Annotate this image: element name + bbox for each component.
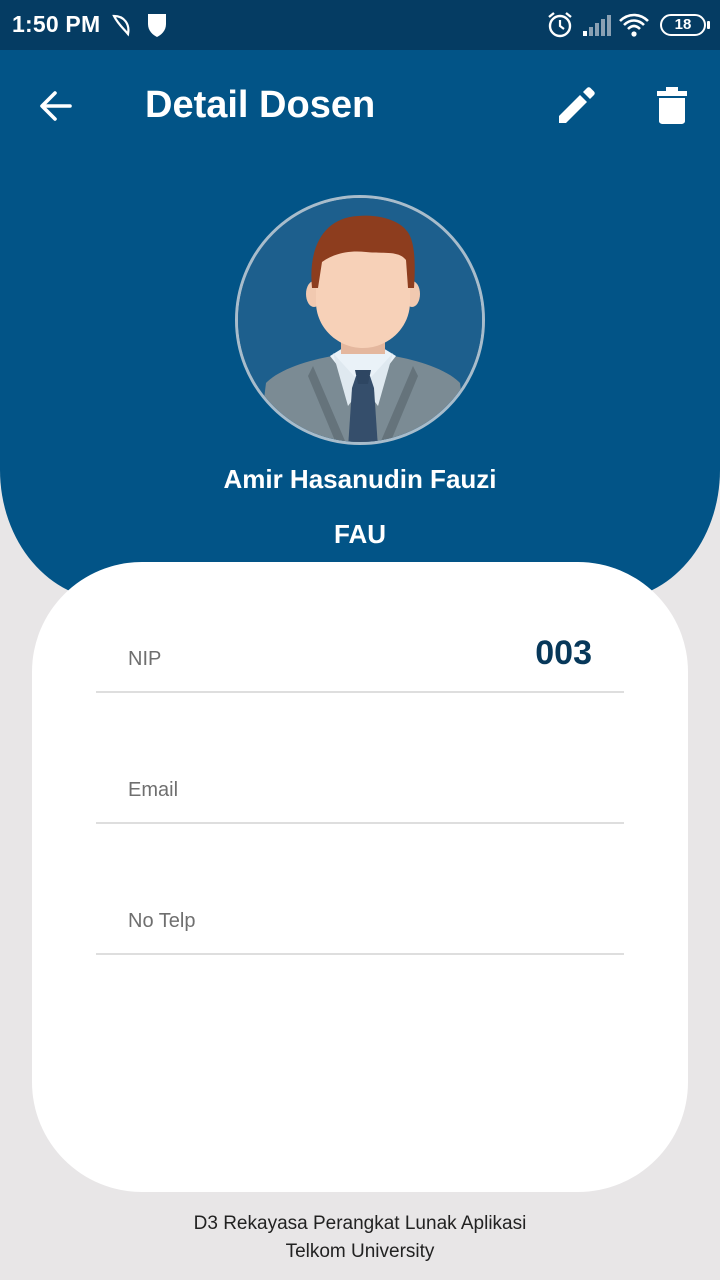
field-row-phone: No Telp bbox=[96, 824, 624, 955]
edit-button[interactable] bbox=[554, 84, 598, 128]
footer-line-university: Telkom University bbox=[285, 1241, 435, 1262]
trash-icon bbox=[657, 87, 687, 124]
footer-line-program: D3 Rekayasa Perangkat Lunak Aplikasi bbox=[193, 1213, 527, 1234]
field-value-nip: 003 bbox=[535, 634, 592, 672]
shield-icon bbox=[148, 14, 166, 37]
moon-icon bbox=[112, 14, 130, 37]
battery-level: 18 bbox=[674, 16, 692, 33]
back-button[interactable] bbox=[34, 84, 78, 128]
status-bar: 1:50 PM 18 bbox=[0, 0, 720, 50]
field-row-nip: NIP 003 bbox=[96, 562, 624, 693]
profile-code: FAU bbox=[334, 519, 386, 549]
alarm-icon bbox=[548, 12, 572, 38]
status-time: 1:50 PM bbox=[12, 11, 101, 37]
signal-icon bbox=[583, 15, 611, 36]
field-label-phone: No Telp bbox=[128, 910, 196, 932]
page-title: Detail Dosen bbox=[145, 84, 376, 126]
wifi-icon bbox=[619, 13, 649, 37]
pencil-icon bbox=[559, 87, 595, 123]
person-avatar-icon bbox=[238, 198, 482, 442]
delete-button[interactable] bbox=[652, 84, 692, 128]
field-row-email: Email bbox=[96, 693, 624, 824]
profile-name: Amir Hasanudin Fauzi bbox=[223, 464, 497, 494]
field-label-email: Email bbox=[128, 779, 179, 801]
field-label-nip: NIP bbox=[128, 648, 162, 670]
footer: D3 Rekayasa Perangkat Lunak Aplikasi Tel… bbox=[0, 1210, 720, 1266]
battery-icon: 18 bbox=[660, 14, 710, 36]
arrow-left-icon bbox=[40, 91, 72, 121]
avatar bbox=[235, 195, 485, 445]
